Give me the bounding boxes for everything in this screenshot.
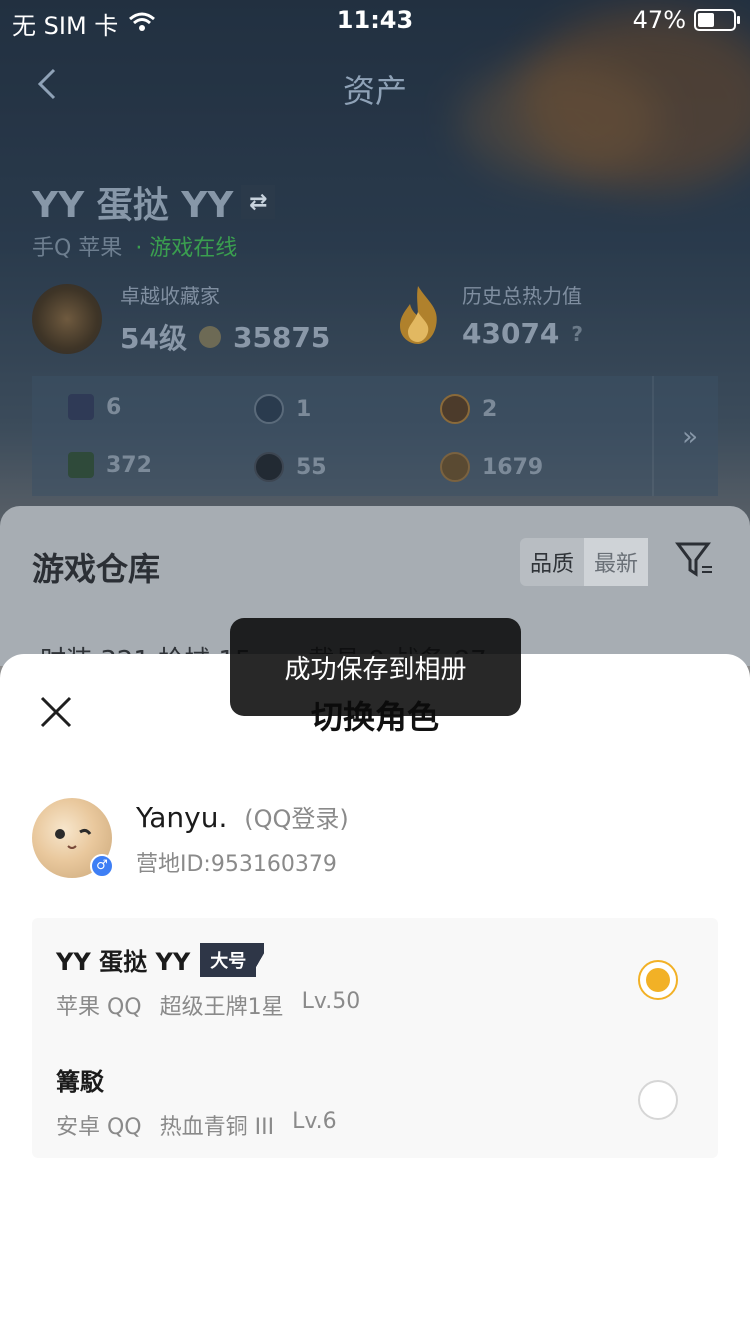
- status-bar: 无 SIM 卡 11:43 47%: [0, 0, 750, 40]
- item-dark-coin-count: 55: [296, 454, 327, 480]
- item-green-cards[interactable]: 372: [68, 452, 152, 478]
- role-level: Lv.6: [292, 1109, 337, 1134]
- swap-icon[interactable]: ⇄: [241, 185, 276, 219]
- account-id: 营地ID:953160379: [136, 851, 337, 877]
- heat-value: 43074: [462, 317, 560, 350]
- collector-badge-icon: [32, 283, 102, 354]
- item-cards[interactable]: 6: [68, 394, 121, 420]
- collector-level: 54级: [120, 322, 187, 355]
- top-nav: 资产: [0, 56, 750, 112]
- player-platform: 手Q 苹果: [32, 236, 123, 261]
- heat-stat[interactable]: 历史总热力值 43074 ?: [392, 280, 583, 350]
- page-title: 资产: [342, 72, 407, 110]
- coin-icon: [198, 326, 221, 348]
- roles-list: YY 蛋挞 YY 大号 苹果 QQ 超级王牌1星 Lv.50 篝駁 安卓 QQ …: [32, 918, 718, 1158]
- filter-icon[interactable]: [674, 540, 714, 580]
- dark-coin-icon: [254, 452, 284, 482]
- role-level: Lv.50: [301, 989, 361, 1014]
- item-gold-coin-count: 1679: [482, 454, 544, 480]
- role-platform: 安卓 QQ: [56, 1115, 142, 1140]
- card-icon: [68, 394, 94, 420]
- role-name: 篝駁: [56, 1068, 104, 1096]
- battery-percent: 47%: [632, 6, 686, 34]
- main-account-tag: 大号: [200, 942, 265, 977]
- item-cards-count: 6: [106, 394, 122, 420]
- role-platform: 苹果 QQ: [56, 995, 142, 1020]
- flame-icon: [392, 284, 444, 346]
- item-coin-a-count: 2: [482, 396, 498, 422]
- role-item[interactable]: YY 蛋挞 YY 大号 苹果 QQ 超级王牌1星 Lv.50: [56, 942, 360, 1021]
- items-panel: 6 1 2 372 55 1679 »: [32, 376, 718, 496]
- male-icon: ♂: [90, 854, 114, 878]
- item-gold-coin[interactable]: 1679: [440, 452, 543, 482]
- green-card-icon: [68, 452, 94, 478]
- coin-s-icon: [254, 394, 284, 424]
- item-coin-s[interactable]: 1: [254, 394, 311, 424]
- role-rank: 热血青铜 III: [159, 1115, 275, 1140]
- item-dark-coin[interactable]: 55: [254, 452, 327, 482]
- collector-score: 35875: [232, 320, 331, 354]
- sort-toggle: 品质 最新: [519, 538, 648, 586]
- account-name: Yanyu. (QQ登录): [136, 799, 349, 834]
- sort-newest-button[interactable]: 最新: [583, 538, 648, 586]
- sort-quality-button[interactable]: 品质: [520, 538, 584, 586]
- item-coin-s-count: 1: [296, 396, 312, 422]
- role-rank: 超级王牌1星: [159, 995, 284, 1020]
- save-toast: 成功保存到相册: [230, 618, 521, 716]
- gold-coin-icon: [440, 452, 470, 482]
- role-item[interactable]: 篝駁 安卓 QQ 热血青铜 III Lv.6: [56, 1062, 337, 1141]
- collector-stat[interactable]: 卓越收藏家 54级 35875: [32, 280, 330, 357]
- item-coin-a[interactable]: 2: [440, 394, 497, 424]
- help-icon[interactable]: ?: [571, 322, 583, 346]
- player-name: YY 蛋挞 YY ⇄: [32, 176, 276, 228]
- coin-a-icon: [440, 394, 470, 424]
- role-radio-selected[interactable]: [638, 960, 678, 1000]
- player-sub: 手Q 苹果 · 游戏在线: [32, 230, 237, 262]
- item-green-cards-count: 372: [106, 452, 152, 478]
- account-login-type: (QQ登录): [244, 804, 349, 833]
- items-divider: [652, 376, 654, 496]
- more-items-button[interactable]: »: [682, 422, 698, 452]
- account-info: ♂ Yanyu. (QQ登录) 营地ID:953160379: [32, 798, 349, 878]
- battery-icon: [694, 9, 740, 31]
- warehouse-title: 游戏仓库: [32, 550, 161, 588]
- online-status: · 游戏在线: [135, 236, 238, 261]
- player-name-text: YY 蛋挞 YY: [32, 185, 234, 226]
- role-name: YY 蛋挞 YY: [56, 948, 191, 976]
- account-name-text: Yanyu.: [136, 800, 228, 834]
- role-radio[interactable]: [638, 1080, 678, 1120]
- heat-label: 历史总热力值: [462, 284, 582, 308]
- avatar: ♂: [32, 798, 114, 878]
- collector-label: 卓越收藏家: [120, 284, 220, 308]
